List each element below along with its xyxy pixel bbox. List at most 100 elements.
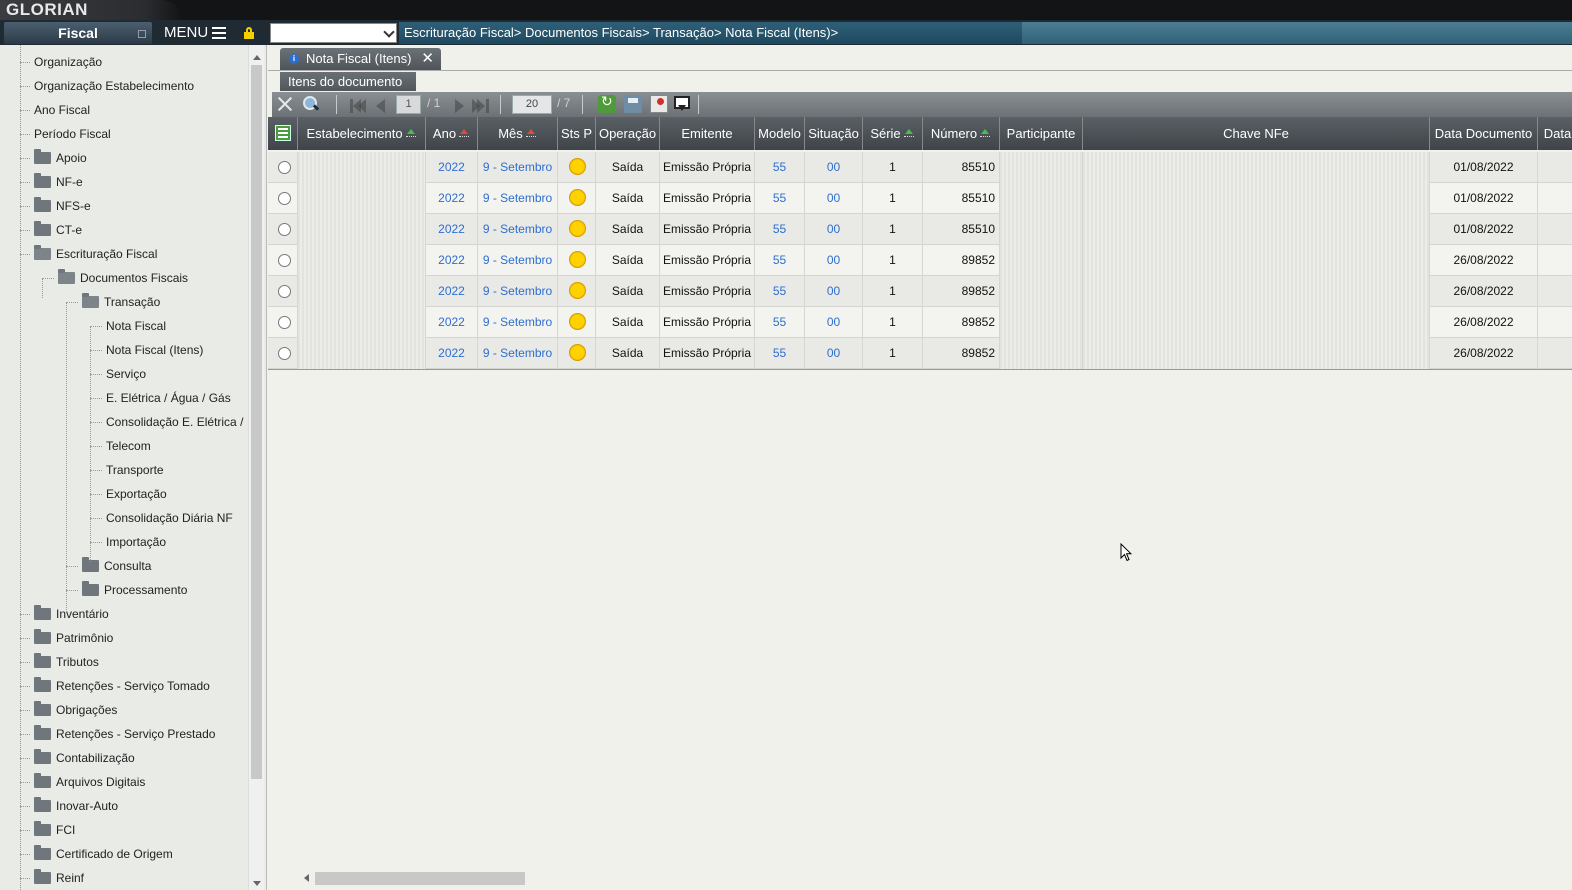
select-all-column[interactable] xyxy=(268,117,298,150)
row-radio[interactable] xyxy=(278,192,291,205)
cell-modelo[interactable]: 55 xyxy=(755,152,805,183)
table-row[interactable]: 2022 9 - Setembro Saída Emissão Própria 55 00… xyxy=(268,276,1572,307)
cell-mes[interactable]: 9 - Setembro xyxy=(478,152,558,183)
cell-ano[interactable]: 2022 xyxy=(426,276,478,307)
sort-filter-icon[interactable] xyxy=(458,128,470,142)
last-page-icon[interactable] xyxy=(472,95,490,113)
sort-filter-icon[interactable] xyxy=(525,128,537,142)
cell-situacao[interactable]: 00 xyxy=(805,245,863,276)
export-icon[interactable] xyxy=(650,95,668,113)
column-header[interactable]: Sts P xyxy=(558,117,596,150)
cell-modelo[interactable]: 55 xyxy=(755,307,805,338)
sidebar-item[interactable]: Consulta xyxy=(82,556,246,576)
sidebar-item[interactable]: Reinf xyxy=(34,868,246,888)
module-title[interactable]: Fiscal xyxy=(4,22,152,44)
cell-mes[interactable]: 9 - Setembro xyxy=(478,276,558,307)
sidebar-item[interactable]: NF-e xyxy=(34,172,246,192)
scroll-thumb[interactable] xyxy=(251,65,262,779)
table-row[interactable]: 2022 9 - Setembro Saída Emissão Própria 55 00… xyxy=(268,307,1572,338)
sidebar-item[interactable]: Organização xyxy=(34,52,246,72)
column-header[interactable]: Participante xyxy=(1000,117,1083,150)
sidebar-item[interactable]: Inovar-Auto xyxy=(34,796,246,816)
sidebar-item[interactable]: Telecom xyxy=(106,436,246,456)
sidebar-item[interactable]: Documentos Fiscais xyxy=(58,268,246,288)
cell-situacao[interactable]: 00 xyxy=(805,152,863,183)
sidebar-item[interactable]: Obrigações xyxy=(34,700,246,720)
sidebar-item[interactable]: Consolidação E. Elétrica / xyxy=(106,412,246,432)
row-radio[interactable] xyxy=(278,316,291,329)
cell-situacao[interactable]: 00 xyxy=(805,183,863,214)
sidebar-item[interactable]: Apoio xyxy=(34,148,246,168)
cell-mes[interactable]: 9 - Setembro xyxy=(478,214,558,245)
refresh-icon[interactable] xyxy=(598,93,616,113)
sidebar-item[interactable]: Escrituração Fiscal xyxy=(34,244,246,264)
cell-modelo[interactable]: 55 xyxy=(755,245,805,276)
row-radio[interactable] xyxy=(278,161,291,174)
horizontal-scrollbar[interactable] xyxy=(298,872,1568,885)
cell-ano[interactable]: 2022 xyxy=(426,152,478,183)
sidebar-item[interactable]: Transação xyxy=(82,292,246,312)
import-icon[interactable] xyxy=(672,95,690,113)
page-number-input[interactable]: 1 xyxy=(396,95,421,114)
sidebar-item[interactable]: Período Fiscal xyxy=(34,124,246,144)
scroll-up-icon[interactable] xyxy=(253,55,261,60)
column-header[interactable]: Número xyxy=(923,117,1000,150)
sidebar-item[interactable]: CT-e xyxy=(34,220,246,240)
cell-ano[interactable]: 2022 xyxy=(426,245,478,276)
cell-modelo[interactable]: 55 xyxy=(755,183,805,214)
sort-filter-icon[interactable] xyxy=(903,128,915,142)
cell-mes[interactable]: 9 - Setembro xyxy=(478,183,558,214)
cell-ano[interactable]: 2022 xyxy=(426,183,478,214)
row-radio[interactable] xyxy=(278,223,291,236)
first-page-icon[interactable] xyxy=(348,95,366,113)
sidebar-item[interactable]: Nota Fiscal xyxy=(106,316,246,336)
cell-ano[interactable]: 2022 xyxy=(426,214,478,245)
cell-modelo[interactable]: 55 xyxy=(755,214,805,245)
scroll-thumb[interactable] xyxy=(315,872,525,885)
table-row[interactable]: 2022 9 - Setembro Saída Emissão Própria 55 00… xyxy=(268,152,1572,183)
column-header[interactable]: Operação xyxy=(596,117,660,150)
sidebar-item[interactable]: Nota Fiscal (Itens) xyxy=(106,340,246,360)
previous-page-icon[interactable] xyxy=(372,95,390,113)
sidebar-scrollbar[interactable] xyxy=(248,45,264,890)
sidebar-item[interactable]: Importação xyxy=(106,532,246,552)
sidebar-item[interactable]: Transporte xyxy=(106,460,246,480)
column-header[interactable]: Série xyxy=(863,117,923,150)
sidebar-item[interactable]: Exportação xyxy=(106,484,246,504)
sidebar-item[interactable]: Tributos xyxy=(34,652,246,672)
row-radio[interactable] xyxy=(278,347,291,360)
sidebar-item[interactable]: Processamento xyxy=(82,580,246,600)
sidebar-item[interactable]: Serviço xyxy=(106,364,246,384)
column-header[interactable]: Ano xyxy=(426,117,478,150)
sidebar-item[interactable]: Retenções - Serviço Tomado xyxy=(34,676,246,696)
table-row[interactable]: 2022 9 - Setembro Saída Emissão Própria 55 00… xyxy=(268,338,1572,369)
sidebar-item[interactable]: Certificado de Origem xyxy=(34,844,246,864)
table-row[interactable]: 2022 9 - Setembro Saída Emissão Própria 55 00… xyxy=(268,245,1572,276)
select-all-icon[interactable] xyxy=(275,125,291,141)
column-header[interactable]: Emitente xyxy=(660,117,755,150)
column-header[interactable]: Data xyxy=(1538,117,1572,150)
cell-mes[interactable]: 9 - Setembro xyxy=(478,245,558,276)
column-header[interactable]: Data Documento xyxy=(1430,117,1538,150)
cell-modelo[interactable]: 55 xyxy=(755,338,805,369)
lock-icon[interactable] xyxy=(244,27,254,39)
cell-situacao[interactable]: 00 xyxy=(805,214,863,245)
sidebar-item[interactable]: Patrimônio xyxy=(34,628,246,648)
cell-mes[interactable]: 9 - Setembro xyxy=(478,338,558,369)
sort-filter-icon[interactable] xyxy=(979,128,991,142)
search-icon[interactable] xyxy=(302,95,320,113)
tab-nota-fiscal-itens[interactable]: i Nota Fiscal (Itens) ✕ xyxy=(280,48,441,70)
cell-modelo[interactable]: 55 xyxy=(755,276,805,307)
cell-situacao[interactable]: 00 xyxy=(805,338,863,369)
scroll-left-icon[interactable] xyxy=(304,874,309,882)
column-header[interactable]: Estabelecimento xyxy=(298,117,426,150)
column-header[interactable]: Modelo xyxy=(755,117,805,150)
context-select[interactable] xyxy=(270,23,397,43)
sidebar-item[interactable]: Contabilização xyxy=(34,748,246,768)
table-row[interactable]: 2022 9 - Setembro Saída Emissão Própria 55 00… xyxy=(268,214,1572,245)
sidebar-item[interactable]: Retenções - Serviço Prestado xyxy=(34,724,246,744)
save-icon[interactable] xyxy=(624,95,642,113)
cell-ano[interactable]: 2022 xyxy=(426,338,478,369)
column-header[interactable]: Chave NFe xyxy=(1083,117,1430,150)
row-radio[interactable] xyxy=(278,254,291,267)
